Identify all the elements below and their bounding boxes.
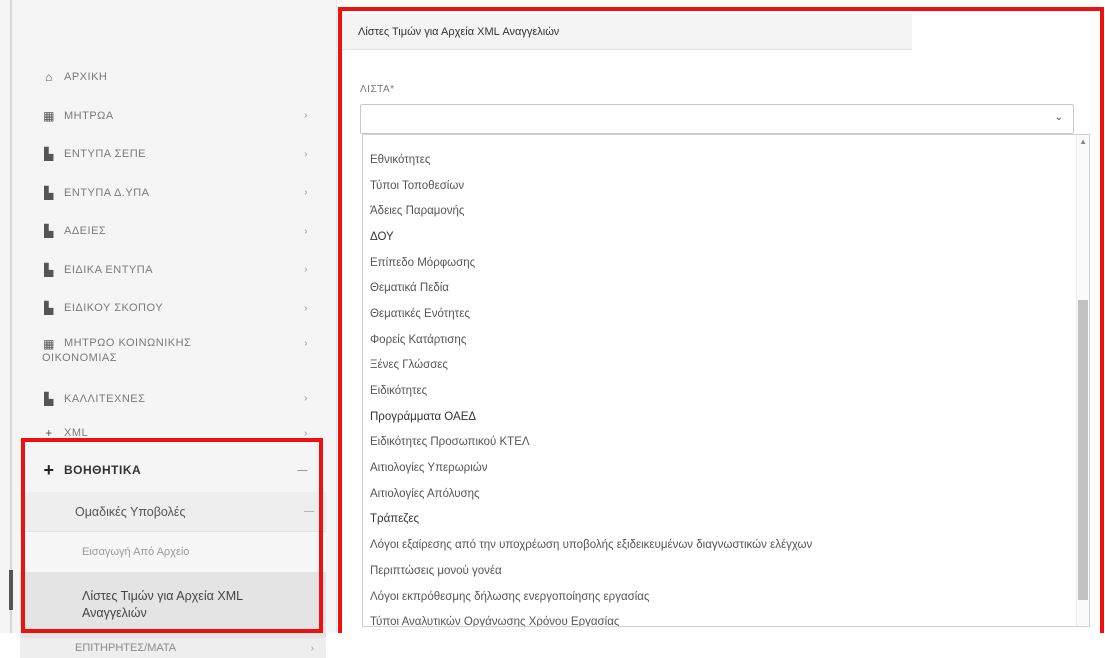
sidebar-scroll-indicator[interactable]: [9, 570, 13, 610]
sidebar: ⌂ ΑΡΧΙΚΗ ▦ ΜΗΤΡΩΑ › ▙ ΕΝΤΥΠΑ ΣΕΠΕ › ▙ ΕΝ…: [0, 0, 337, 658]
folder-icon: ▙: [44, 391, 54, 406]
panel-title: Λίστες Τιμών για Αρχεία XML Αναγγελιών: [342, 14, 912, 50]
sidebar-item-label: ΑΔΕΙΕΣ: [64, 225, 107, 238]
sidebar-leaf-value-lists-xml[interactable]: Λίστες Τιμών για Αρχεία XML Αναγγελιών: [20, 572, 326, 638]
sidebar-item-home[interactable]: ⌂ ΑΡΧΙΚΗ: [20, 58, 326, 97]
dropdown-option[interactable]: Άδειες Παραμονής: [363, 198, 1089, 224]
sidebar-item-label: ΕΙΔΙΚΟΥ ΣΚΟΠΟΥ: [64, 302, 164, 315]
dropdown-option[interactable]: Αιτιολογίες Υπερωριών: [363, 455, 1089, 481]
sidebar-item-label: ΜΗΤΡΩΑ: [64, 109, 114, 122]
collapse-icon: —: [304, 506, 314, 517]
dropdown-option[interactable]: Λόγοι εκπρόθεσμης δήλωσης ενεργοποίησης …: [363, 584, 1089, 610]
sidebar-item-special-forms[interactable]: ▙ ΕΙΔΙΚΑ ΕΝΤΥΠΑ ›: [20, 251, 326, 290]
dropdown-option[interactable]: ΔΟΥ: [363, 224, 1089, 250]
sidebar-item-social-economy[interactable]: ▦ ΜΗΤΡΩΟ ΚΟΙΝΩΝΙΚΗΣ ΟΙΚΟΝΟΜΙΑΣ ›: [20, 328, 326, 380]
sidebar-item-forms-dypa[interactable]: ▙ ΕΝΤΥΠΑ Δ.ΥΠΑ ›: [20, 174, 326, 213]
sidebar-item-label: ΜΗΤΡΩΟ ΚΟΙΝΩΝΙΚΗΣ ΟΙΚΟΝΟΜΙΑΣ: [42, 336, 192, 364]
dropdown-option[interactable]: Ειδικότητες: [363, 378, 1089, 404]
sidebar-leaf-label: Εισαγωγή Από Αρχείο: [82, 546, 190, 558]
sidebar-subitem-label: ΕΠΙΤΗΡΗΤΕΣ/ΜΑΤΑ: [75, 642, 177, 654]
sidebar-subitem-group-submissions[interactable]: Ομαδικές Υποβολές —: [20, 492, 326, 532]
sidebar-item-forms-sepe[interactable]: ▙ ΕΝΤΥΠΑ ΣΕΠΕ ›: [20, 135, 326, 174]
folder-icon: ▙: [44, 301, 54, 316]
sidebar-item-label: XML: [64, 427, 89, 439]
dropdown-option[interactable]: Θεματικά Πεδία: [363, 275, 1089, 301]
dropdown-option[interactable]: Φορείς Κατάρτισης: [363, 327, 1089, 353]
sidebar-item-label: ΑΡΧΙΚΗ: [64, 71, 108, 84]
home-icon: ⌂: [45, 70, 53, 85]
sidebar-subitem-label: Ομαδικές Υποβολές: [75, 504, 186, 519]
scroll-up-icon[interactable]: ▲: [1079, 137, 1087, 146]
dropdown-options: Εθνικότητες Τύποι Τοποθεσίων Άδειες Παραμο…: [363, 147, 1089, 626]
folder-icon: ▙: [44, 185, 54, 200]
sidebar-menu: ⌂ ΑΡΧΙΚΗ ▦ ΜΗΤΡΩΑ › ▙ ΕΝΤΥΠΑ ΣΕΠΕ › ▙ ΕΝ…: [20, 58, 326, 658]
dropdown-option[interactable]: Προγράμματα ΟΑΕΔ: [363, 404, 1089, 430]
sidebar-item-label: ΕΝΤΥΠΑ Δ.ΥΠΑ: [64, 186, 150, 199]
chevron-right-icon: ›: [310, 642, 314, 654]
sidebar-leaf-import-from-file[interactable]: Εισαγωγή Από Αρχείο: [20, 532, 326, 572]
sidebar-item-auxiliary[interactable]: + ΒΟΗΘΗΤΙΚΑ —: [20, 448, 326, 492]
chevron-right-icon: ›: [304, 264, 308, 276]
chevron-right-icon: ›: [304, 393, 308, 405]
folder-icon: ▙: [44, 147, 54, 162]
dropdown-scrollbar-thumb[interactable]: [1078, 300, 1088, 600]
sidebar-item-label: ΚΑΛΛΙΤΕΧΝΕΣ: [64, 392, 146, 405]
sidebar-leaf-label: Λίστες Τιμών για Αρχεία XML Αναγγελιών: [82, 589, 243, 620]
chevron-right-icon: ›: [304, 225, 308, 237]
chevron-right-icon: ›: [304, 110, 308, 122]
chevron-right-icon: ›: [304, 148, 308, 160]
sidebar-item-registries[interactable]: ▦ ΜΗΤΡΩΑ ›: [20, 97, 326, 136]
sidebar-item-label: ΒΟΗΘΗΤΙΚΑ: [64, 463, 142, 477]
dropdown-option[interactable]: Λόγοι εξαίρεσης από την υποχρέωση υποβολ…: [363, 532, 1089, 558]
dropdown-option[interactable]: Τύποι Αναλυτικών Οργάνωσης Χρόνου Εργασί…: [363, 609, 1089, 626]
sidebar-item-xml[interactable]: + XML ›: [20, 418, 326, 448]
chevron-right-icon: ›: [304, 427, 308, 439]
chevron-right-icon: ›: [304, 187, 308, 199]
chevron-right-icon: ›: [304, 337, 308, 349]
chevron-right-icon: ›: [304, 302, 308, 314]
list-select[interactable]: ⌄: [360, 104, 1074, 134]
dropdown-option[interactable]: Τράπεζες: [363, 507, 1089, 533]
page-title: Λίστες Τιμών για Αρχεία XML Αναγγελιών: [358, 25, 560, 38]
dropdown-option[interactable]: Εθνικότητες: [363, 147, 1089, 173]
chevron-down-icon[interactable]: ⌄: [1055, 112, 1063, 123]
dropdown-option[interactable]: Περιπτώσεις μονού γονέα: [363, 558, 1089, 584]
dropdown-option[interactable]: Ειδικότητες Προσωπικού ΚΤΕΛ: [363, 430, 1089, 456]
folder-icon: ▙: [44, 262, 54, 277]
dropdown-option[interactable]: Τύποι Τοποθεσίων: [363, 173, 1089, 199]
sidebar-item-label: ΕΝΤΥΠΑ ΣΕΠΕ: [64, 148, 146, 161]
collapse-icon: —: [297, 464, 308, 476]
dropdown-scrollbar[interactable]: ▲: [1076, 135, 1089, 626]
plus-icon: +: [43, 459, 55, 480]
dropdown-option[interactable]: Ξένες Γλώσσες: [363, 353, 1089, 379]
list-field-label: ΛΙΣΤΑ*: [360, 84, 395, 95]
sidebar-item-artists[interactable]: ▙ ΚΑΛΛΙΤΕΧΝΕΣ ›: [20, 380, 326, 419]
plus-icon: +: [45, 426, 53, 440]
sidebar-item-label: ΕΙΔΙΚΑ ΕΝΤΥΠΑ: [64, 263, 154, 276]
sidebar-item-permits[interactable]: ▙ ΑΔΕΙΕΣ ›: [20, 212, 326, 251]
folder-icon: ▙: [44, 224, 54, 239]
dropdown-option[interactable]: Αιτιολογίες Απόλυσης: [363, 481, 1089, 507]
sidebar-item-special-purpose[interactable]: ▙ ΕΙΔΙΚΟΥ ΣΚΟΠΟΥ ›: [20, 289, 326, 328]
dropdown-option[interactable]: Θεματικές Ενότητες: [363, 301, 1089, 327]
grid-icon: ▦: [43, 108, 55, 123]
list-dropdown: Εθνικότητες Τύποι Τοποθεσίων Άδειες Παραμο…: [362, 134, 1090, 627]
sidebar-edge: [10, 0, 12, 633]
sidebar-subitem-next[interactable]: ΕΠΙΤΗΡΗΤΕΣ/ΜΑΤΑ ›: [20, 638, 326, 658]
dropdown-option[interactable]: Επίπεδο Μόρφωσης: [363, 250, 1089, 276]
